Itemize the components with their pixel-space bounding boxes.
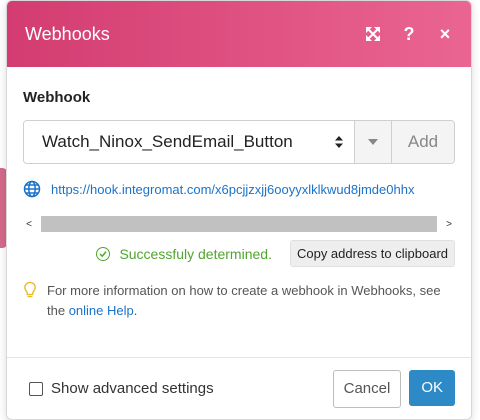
check-circle-icon [96,246,111,261]
expand-icon[interactable] [365,26,381,42]
lightbulb-icon [24,281,36,298]
help-icon[interactable]: ? [401,24,417,44]
dialog-title: Webhooks [25,23,110,44]
dialog-body: Webhook Watch_Ninox_SendEmail_Button Add… [7,67,471,321]
success-status: Successfuly determined. [96,246,272,262]
webhook-select[interactable]: Watch_Ninox_SendEmail_Button [24,121,355,163]
webhook-select-value: Watch_Ninox_SendEmail_Button [42,132,293,151]
scroll-right-button[interactable]: > [443,219,455,230]
webhooks-dialog: Webhooks ? × Webhook Watch_Ninox_SendEma… [6,0,472,420]
online-help-link[interactable]: online Help [69,303,134,318]
caret-down-icon [368,139,378,145]
dialog-footer: Show advanced settings Cancel OK [7,357,471,419]
show-advanced-settings-toggle[interactable]: Show advanced settings [29,380,214,397]
webhook-select-group: Watch_Ninox_SendEmail_Button Add [23,120,455,164]
dialog-header: Webhooks ? × [7,1,471,67]
header-icons: ? × [365,24,453,44]
webhook-url-link[interactable]: https://hook.integromat.com/x6pcjjzxjj6o… [51,182,414,197]
scrollbar-thumb[interactable] [41,216,437,232]
close-icon[interactable]: × [437,24,453,44]
help-hint: For more information on how to create a … [23,281,455,321]
webhook-dropdown-button[interactable] [355,121,392,163]
webhook-label: Webhook [23,89,91,106]
webhook-url-row: https://hook.integromat.com/x6pcjjzxjj6o… [23,180,455,198]
advanced-settings-label: Show advanced settings [51,380,214,397]
scroll-left-button[interactable]: < [23,219,35,230]
hint-text-after: . [133,303,138,318]
stage: Webhooks ? × Webhook Watch_Ninox_SendEma… [0,0,480,420]
cancel-button[interactable]: Cancel [332,369,402,408]
hint-text: For more information on how to create a … [47,281,455,321]
success-text: Successfuly determined. [119,245,272,262]
scrollbar-track[interactable] [41,216,437,232]
globe-icon [23,180,41,198]
advanced-settings-checkbox[interactable] [29,381,43,396]
footer-buttons: Cancel OK [332,369,455,408]
url-horizontal-scrollbar[interactable]: < > [23,216,455,232]
sort-arrows-icon [334,135,344,149]
add-webhook-button[interactable]: Add [392,121,454,163]
ok-button[interactable]: OK [409,369,455,406]
copy-address-button[interactable]: Copy address to clipboard [289,240,455,267]
status-row: Successfuly determined. Copy address to … [23,240,455,267]
